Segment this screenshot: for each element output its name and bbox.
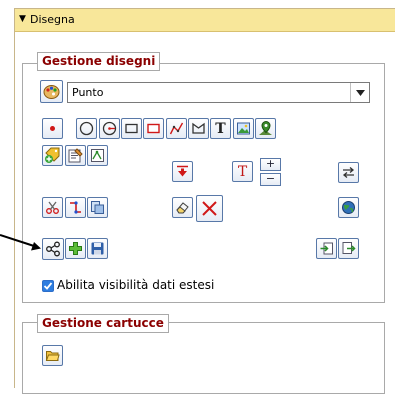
floppy-disk-icon — [91, 242, 104, 255]
split-line-button[interactable] — [65, 197, 86, 218]
select-value: Punto — [72, 86, 104, 99]
insert-image-button[interactable] — [233, 118, 254, 139]
folder-open-icon — [45, 351, 60, 361]
import-icon — [320, 242, 333, 255]
export-button[interactable] — [338, 238, 359, 259]
edit-vertices-button[interactable] — [87, 145, 108, 166]
plus-glyph: + — [265, 157, 276, 170]
point-icon — [50, 126, 55, 131]
draw-polygon-button[interactable] — [188, 118, 209, 139]
delete-button[interactable] — [196, 195, 223, 222]
text-style-icon: T — [237, 163, 248, 180]
edit-vertices-icon — [91, 149, 104, 162]
map-marker-icon — [259, 120, 272, 135]
share-icon — [46, 241, 60, 257]
drawings-legend: Gestione disegni — [37, 52, 161, 71]
open-folder-button[interactable] — [42, 345, 63, 366]
tag-add-icon — [45, 147, 60, 163]
edit-properties-icon — [68, 148, 83, 163]
delete-x-icon — [202, 201, 217, 216]
font-size-decrease-button[interactable]: − — [260, 173, 281, 186]
draw-circle-button[interactable] — [76, 118, 97, 139]
rectangle-icon — [125, 123, 138, 134]
geometry-type-select[interactable]: Punto — [67, 82, 370, 103]
draw-polyline-button[interactable] — [166, 118, 187, 139]
polygon-icon — [192, 122, 205, 134]
move-down-button[interactable] — [172, 161, 193, 182]
cartridges-legend: Gestione cartucce — [37, 314, 169, 333]
pointer-arrow-icon — [0, 234, 41, 251]
draw-text-button[interactable]: T — [210, 118, 231, 139]
cut-button[interactable] — [42, 197, 63, 218]
draw-circle-radius-button[interactable] — [99, 118, 120, 139]
font-size-increase-button[interactable]: + — [260, 158, 281, 171]
map-marker-button[interactable] — [255, 118, 276, 139]
panel-title: Disegna — [30, 13, 75, 26]
circle-icon — [79, 121, 94, 136]
draw-point-button[interactable] — [42, 118, 63, 139]
image-icon — [237, 122, 250, 135]
globe-icon — [342, 201, 355, 214]
extended-data-label[interactable]: Abilita visibilità dati estesi — [57, 278, 214, 292]
scissors-icon — [46, 201, 59, 214]
merge-polygon-button[interactable] — [87, 197, 108, 218]
arrow-down-icon — [177, 165, 188, 177]
eraser-icon — [176, 202, 189, 214]
globe-button[interactable] — [338, 197, 359, 218]
add-button[interactable] — [65, 238, 86, 259]
text-icon: T — [215, 120, 226, 137]
plus-icon — [69, 242, 82, 255]
circle-radius-icon — [102, 121, 117, 136]
extended-data-checkbox[interactable] — [42, 280, 54, 292]
eraser-button[interactable] — [172, 197, 193, 218]
polyline-icon — [169, 122, 184, 135]
draw-filled-rectangle-button[interactable] — [143, 118, 164, 139]
collapse-triangle-icon[interactable]: ▼ — [19, 14, 26, 24]
swap-button[interactable] — [338, 162, 359, 183]
add-label-button[interactable] — [42, 145, 63, 166]
red-rectangle-icon — [147, 123, 160, 134]
split-line-icon — [70, 201, 81, 214]
minus-glyph: − — [265, 172, 276, 185]
swap-arrows-icon — [342, 167, 355, 178]
share-button[interactable] — [42, 238, 64, 260]
chevron-down-icon[interactable] — [350, 83, 369, 102]
export-icon — [342, 242, 356, 254]
text-style-button[interactable]: T — [232, 161, 253, 182]
import-button[interactable] — [316, 238, 337, 259]
save-button[interactable] — [87, 238, 108, 259]
draw-rectangle-button[interactable] — [121, 118, 142, 139]
palette-button[interactable] — [40, 80, 63, 103]
edit-properties-button[interactable] — [65, 145, 86, 166]
checkmark-icon — [43, 282, 53, 290]
palette-icon — [43, 85, 60, 99]
merge-polygon-icon — [91, 201, 104, 214]
panel-header[interactable]: ▼ Disegna — [15, 9, 395, 32]
